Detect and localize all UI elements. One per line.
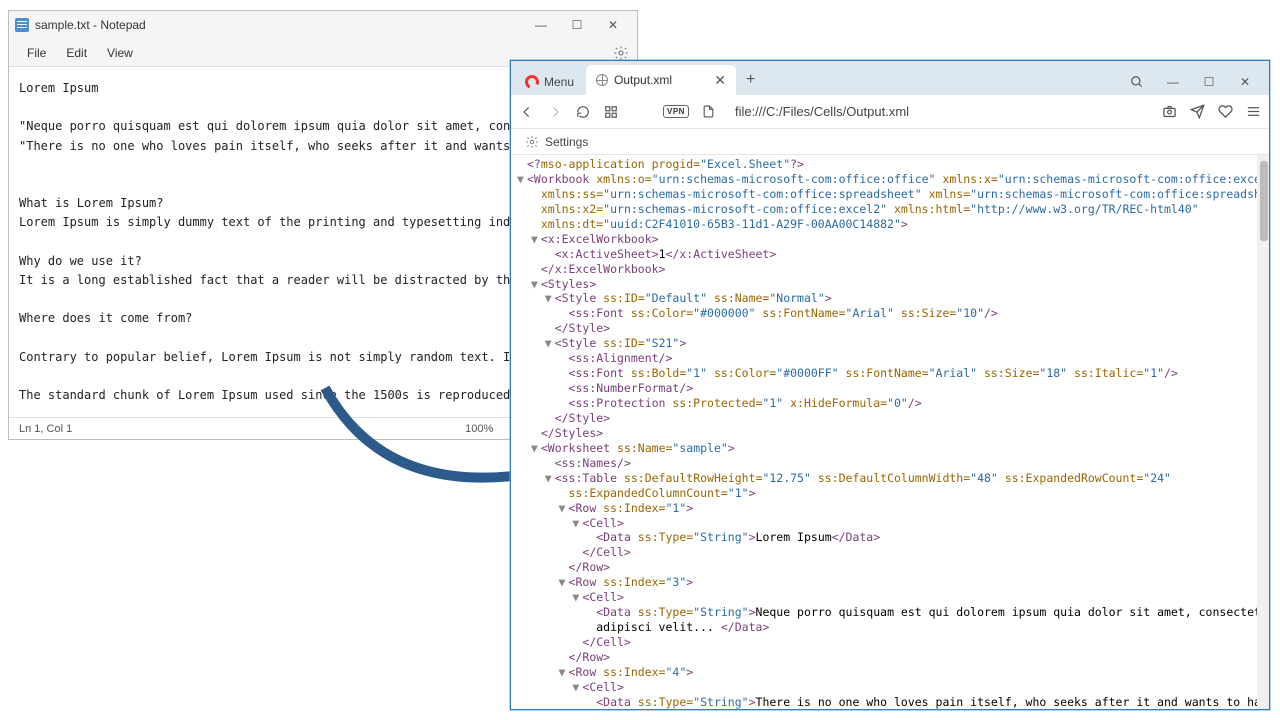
xml-line: ▼<Style ss:ID="S21"> [517, 336, 1263, 351]
xml-line: ss:ExpandedColumnCount="1"> [517, 486, 1263, 501]
scrollbar-thumb[interactable] [1260, 161, 1268, 241]
xml-line: ▼<Row ss:Index="3"> [517, 575, 1263, 590]
xml-line: xmlns:ss="urn:schemas-microsoft-com:offi… [517, 187, 1263, 202]
xml-line: ▼<ss:Table ss:DefaultRowHeight="12.75" s… [517, 471, 1263, 486]
tab-title: Output.xml [614, 73, 708, 87]
xml-line: ▼<Row ss:Index="1"> [517, 501, 1263, 516]
opera-menu-button[interactable]: Menu [515, 69, 584, 95]
xml-line: xmlns:x2="urn:schemas-microsoft-com:offi… [517, 202, 1263, 217]
gear-icon[interactable] [613, 45, 629, 61]
notepad-icon [15, 18, 29, 32]
send-icon[interactable] [1189, 104, 1205, 120]
xml-line: <ss:Font ss:Color="#000000" ss:FontName=… [517, 306, 1263, 321]
menu-edit[interactable]: Edit [56, 42, 97, 64]
notepad-title: sample.txt - Notepad [35, 18, 523, 32]
minimize-button[interactable]: — [1157, 69, 1189, 95]
status-position: Ln 1, Col 1 [19, 423, 72, 435]
xml-line: ▼<Style ss:ID="Default" ss:Name="Normal"… [517, 291, 1263, 306]
maximize-button[interactable]: ☐ [1193, 69, 1225, 95]
xml-line: ▼<Cell> [517, 680, 1263, 695]
heart-icon[interactable] [1217, 104, 1233, 120]
xml-line: <ss:NumberFormat/> [517, 381, 1263, 396]
settings-label: Settings [545, 135, 588, 149]
tab-close-icon[interactable]: ✕ [714, 72, 726, 89]
xml-line: ▼<Styles> [517, 277, 1263, 292]
xml-viewer[interactable]: <?mso-application progid="Excel.Sheet"?>… [511, 155, 1269, 709]
opera-menu-label: Menu [544, 75, 574, 89]
menu-view[interactable]: View [97, 42, 143, 64]
xml-line: ▼<Cell> [517, 590, 1263, 605]
snapshot-icon[interactable] [1161, 104, 1177, 120]
xml-line: <ss:Protection ss:Protected="1" x:HideFo… [517, 396, 1263, 411]
xml-line: </Row> [517, 650, 1263, 665]
speed-dial-icon[interactable] [603, 104, 619, 120]
xml-line: <?mso-application progid="Excel.Sheet"?> [517, 157, 1263, 172]
opera-window: Menu Output.xml ✕ + — ☐ ✕ VPN file:///C:… [510, 60, 1270, 710]
back-button[interactable] [519, 104, 535, 120]
tab-favicon [596, 74, 608, 86]
search-icon[interactable] [1121, 69, 1153, 95]
xml-line: xmlns:dt="uuid:C2F41010-65B3-11d1-A29F-0… [517, 217, 1263, 232]
gear-icon [525, 135, 539, 149]
xml-line: <x:ActiveSheet>1</x:ActiveSheet> [517, 247, 1263, 262]
xml-line: ▼<x:ExcelWorkbook> [517, 232, 1263, 247]
xml-line: <ss:Alignment/> [517, 351, 1263, 366]
xml-line: </x:ExcelWorkbook> [517, 262, 1263, 277]
vpn-badge[interactable]: VPN [663, 105, 689, 118]
xml-line: <Data ss:Type="String">There is no one w… [517, 695, 1263, 709]
notepad-titlebar[interactable]: sample.txt - Notepad — ☐ ✕ [9, 11, 637, 39]
xml-line: ▼<Cell> [517, 516, 1263, 531]
file-icon [701, 104, 717, 120]
xml-line: <ss:Font ss:Bold="1" ss:Color="#0000FF" … [517, 366, 1263, 381]
xml-line: <Data ss:Type="String">Lorem Ipsum</Data… [517, 530, 1263, 545]
opera-tabbar: Menu Output.xml ✕ + — ☐ ✕ [511, 61, 1269, 95]
maximize-button[interactable]: ☐ [559, 13, 595, 37]
xml-line: <ss:Names/> [517, 456, 1263, 471]
easy-setup-icon[interactable] [1245, 104, 1261, 120]
xml-line: </Cell> [517, 635, 1263, 650]
opera-settings-bar[interactable]: Settings [511, 129, 1269, 155]
scrollbar[interactable] [1257, 155, 1269, 709]
status-zoom: 100% [465, 423, 493, 435]
opera-logo-icon [523, 73, 541, 91]
menu-file[interactable]: File [17, 42, 56, 64]
new-tab-button[interactable]: + [736, 65, 765, 95]
xml-line: ▼<Worksheet ss:Name="sample"> [517, 441, 1263, 456]
forward-button[interactable] [547, 104, 563, 120]
url-field[interactable]: file:///C:/Files/Cells/Output.xml [729, 104, 1149, 119]
xml-line: </Styles> [517, 426, 1263, 441]
close-button[interactable]: ✕ [595, 13, 631, 37]
close-button[interactable]: ✕ [1229, 69, 1261, 95]
xml-line: ▼<Workbook xmlns:o="urn:schemas-microsof… [517, 172, 1263, 187]
xml-line: ▼<Row ss:Index="4"> [517, 665, 1263, 680]
xml-line: </Cell> [517, 545, 1263, 560]
browser-tab[interactable]: Output.xml ✕ [586, 65, 736, 95]
opera-urlbar: VPN file:///C:/Files/Cells/Output.xml [511, 95, 1269, 129]
reload-button[interactable] [575, 104, 591, 120]
xml-line: </Style> [517, 411, 1263, 426]
xml-line: </Row> [517, 560, 1263, 575]
xml-line: adipisci velit... </Data> [517, 620, 1263, 635]
minimize-button[interactable]: — [523, 13, 559, 37]
xml-line: </Style> [517, 321, 1263, 336]
xml-line: <Data ss:Type="String">Neque porro quisq… [517, 605, 1263, 620]
